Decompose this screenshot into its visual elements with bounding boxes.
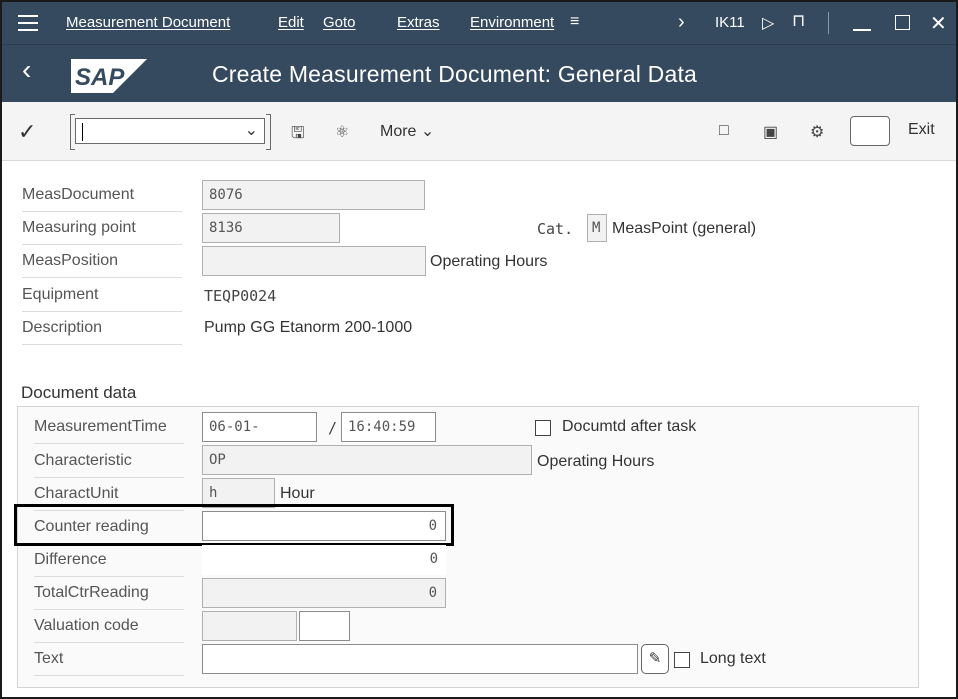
maximize-icon[interactable] <box>895 15 910 30</box>
exit-button[interactable]: Exit <box>908 121 935 139</box>
settings-icon[interactable]: ⚙ <box>810 122 824 142</box>
new-session-icon[interactable]: ▣ <box>763 122 778 142</box>
characteristic-label: Characteristic <box>34 452 184 478</box>
sap-logo-text: SAP <box>75 64 125 91</box>
customize-layout-icon[interactable] <box>850 116 890 146</box>
difference-field: 0 <box>202 545 446 575</box>
measurement-time-input[interactable]: 16:40:59 <box>341 412 436 442</box>
measuring-point-field: 8136 <box>202 213 340 243</box>
menu-goto[interactable]: Goto <box>323 14 356 31</box>
documented-after-task-checkbox[interactable] <box>535 420 551 436</box>
execute-icon[interactable]: ⚛ <box>335 122 349 142</box>
save-icon[interactable]: 🖫 <box>291 122 305 149</box>
favorites-icon[interactable]: □ <box>719 122 729 140</box>
command-bracket-right <box>266 114 271 150</box>
long-text-label: Long text <box>700 650 766 667</box>
difference-label: Difference <box>34 551 184 577</box>
text-label: Text <box>34 650 184 676</box>
more-menu-icon[interactable]: ≡ <box>570 13 579 31</box>
description-label: Description <box>22 319 182 345</box>
total-ctr-reading-field: 0 <box>202 578 446 608</box>
valuation-code-label: Valuation code <box>34 617 184 643</box>
edit-long-text-icon[interactable]: ✎ <box>641 644 669 674</box>
more-button[interactable]: More ⌄ <box>380 121 434 141</box>
meas-position-text: Operating Hours <box>430 253 548 270</box>
total-ctr-reading-label: TotalCtrReading <box>34 584 184 610</box>
cat-field: M <box>587 214 607 242</box>
documented-after-task-label: Documtd after task <box>562 418 697 435</box>
minimize-icon[interactable] <box>853 29 871 31</box>
chevron-right-icon[interactable]: › <box>678 11 685 34</box>
menu-divider <box>828 12 829 34</box>
menu-edit[interactable]: Edit <box>278 14 304 31</box>
cat-label: Cat. <box>537 220 574 238</box>
unlock-icon[interactable]: ⊓ <box>792 11 805 31</box>
sap-logo: SAP <box>71 59 147 93</box>
characteristic-field: OP <box>202 445 532 475</box>
title-bar: ‹ SAP Create Measurement Document: Gener… <box>2 44 956 102</box>
back-icon[interactable]: ‹ <box>22 55 31 85</box>
menu-extras[interactable]: Extras <box>397 14 440 31</box>
equipment-value: TEQP0024 <box>204 287 277 305</box>
date-time-separator: / <box>328 419 338 437</box>
chevron-down-icon[interactable]: ⌄ <box>245 120 258 140</box>
long-text-checkbox[interactable] <box>674 652 690 668</box>
more-label: More <box>380 123 417 140</box>
description-value: Pump GG Etanorm 200-1000 <box>204 319 413 336</box>
command-field[interactable]: ⌄ <box>75 118 265 144</box>
toolbar: ✓ ⌄ 🖫 ⚛ More ⌄ □ ▣ ⚙ Exit <box>2 102 956 161</box>
charact-unit-text: Hour <box>280 485 315 502</box>
menu-hamburger-icon[interactable] <box>18 15 38 31</box>
valuation-code-field <box>202 611 297 641</box>
meas-document-field: 8076 <box>202 180 425 210</box>
meas-position-field <box>202 246 426 276</box>
measurement-date-input[interactable]: 06-01- <box>202 412 317 442</box>
enter-check-icon[interactable]: ✓ <box>18 119 36 145</box>
equipment-label: Equipment <box>22 286 182 312</box>
close-icon[interactable]: ✕ <box>930 11 947 36</box>
document-data-title: Document data <box>21 383 137 402</box>
measuring-point-label: Measuring point <box>22 219 182 245</box>
menu-bar: Measurement Document Edit Goto Extras En… <box>2 2 956 44</box>
meas-document-label: MeasDocument <box>22 186 182 212</box>
cat-text: MeasPoint (general) <box>612 220 757 237</box>
play-icon[interactable]: ▷ <box>762 13 774 33</box>
page-title: Create Measurement Document: General Dat… <box>212 61 698 87</box>
text-input[interactable] <box>202 644 638 674</box>
transaction-code: IK11 <box>715 14 745 31</box>
measurement-time-label: MeasurementTime <box>34 418 184 444</box>
menu-measurement-document[interactable]: Measurement Document <box>66 14 230 31</box>
menu-environment[interactable]: Environment <box>470 14 554 31</box>
valuation-code-input[interactable] <box>299 611 350 641</box>
meas-position-label: MeasPosition <box>22 252 182 278</box>
characteristic-text: Operating Hours <box>537 453 655 470</box>
text-caret <box>82 123 83 141</box>
counter-reading-highlight <box>14 504 454 546</box>
